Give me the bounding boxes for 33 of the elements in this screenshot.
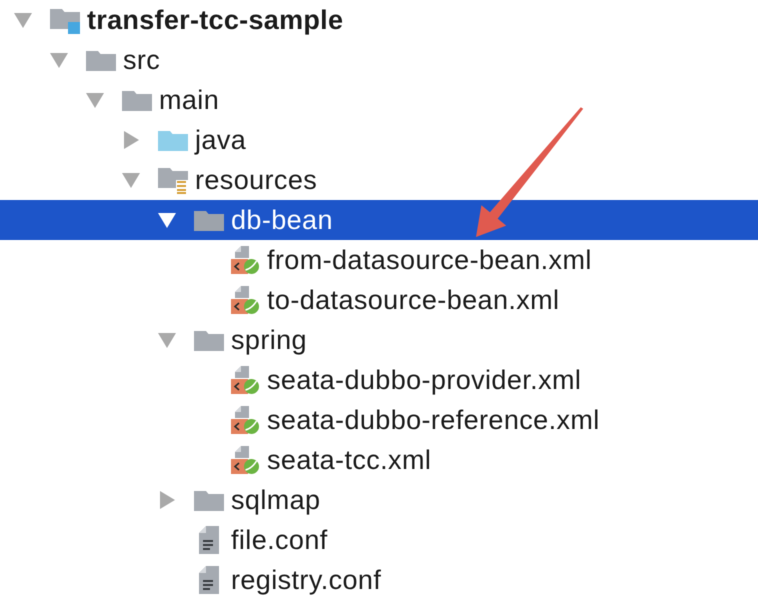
module-folder-icon xyxy=(50,6,80,34)
folder-icon xyxy=(86,49,116,71)
resource-folder-icon xyxy=(158,166,188,194)
tree-item[interactable]: to-datasource-bean.xml xyxy=(230,280,564,320)
tree-item[interactable]: seata-tcc.xml xyxy=(230,440,436,480)
caret-down-icon[interactable] xyxy=(158,212,176,228)
folder-icon xyxy=(194,329,224,351)
text-file-icon xyxy=(199,526,219,554)
xml-leaf-file-icon xyxy=(231,406,259,434)
tree-item[interactable]: src xyxy=(50,40,164,80)
tree-item[interactable]: java xyxy=(122,120,250,160)
xml-leaf-file-icon xyxy=(231,246,259,274)
tree-item[interactable]: seata-dubbo-reference.xml xyxy=(230,400,604,440)
folder-icon xyxy=(122,89,152,111)
tree-item[interactable]: file.conf xyxy=(194,520,332,560)
text-file-icon xyxy=(199,566,219,594)
tree-item[interactable]: transfer-tcc-sample xyxy=(14,0,348,40)
folder-icon xyxy=(194,209,224,231)
xml-leaf-file-icon xyxy=(231,446,259,474)
tree-item[interactable]: resources xyxy=(122,160,322,200)
folder-icon xyxy=(158,129,188,151)
tree-item[interactable]: registry.conf xyxy=(194,560,386,600)
caret-right-icon[interactable] xyxy=(124,131,138,149)
xml-leaf-file-icon xyxy=(231,366,259,394)
tree-item[interactable]: seata-dubbo-provider.xml xyxy=(230,360,586,400)
tree-item[interactable]: sqlmap xyxy=(158,480,324,520)
xml-leaf-file-icon xyxy=(231,286,259,314)
tree-item[interactable]: from-datasource-bean.xml xyxy=(230,240,596,280)
folder-icon xyxy=(194,489,224,511)
tree-item[interactable]: db-bean xyxy=(0,200,758,240)
caret-right-icon[interactable] xyxy=(160,491,174,509)
tree-item[interactable]: main xyxy=(86,80,224,120)
tree-item[interactable]: spring xyxy=(158,320,311,360)
